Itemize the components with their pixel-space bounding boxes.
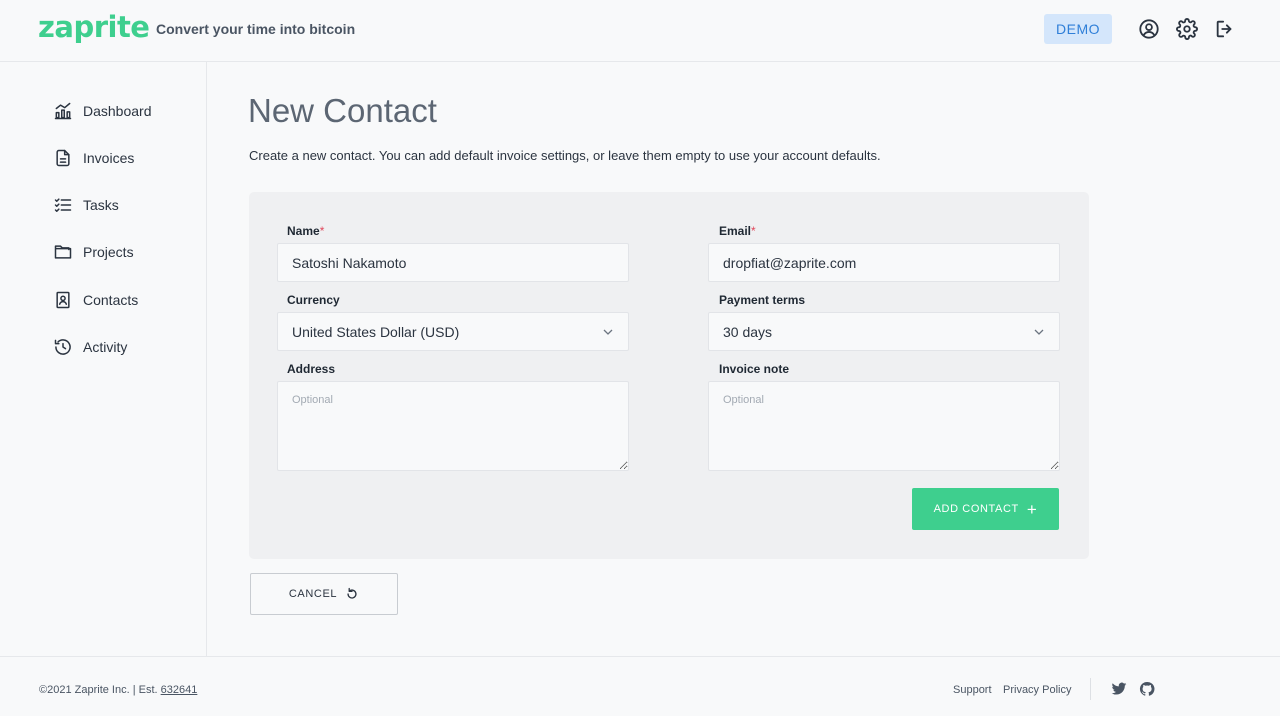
contacts-icon xyxy=(52,289,74,311)
history-icon xyxy=(52,336,74,358)
sidebar-item-label: Activity xyxy=(83,339,128,355)
top-header: zaprite Convert your time into bitcoin D… xyxy=(0,0,1280,62)
page-description: Create a new contact. You can add defaul… xyxy=(249,148,881,163)
privacy-policy-link[interactable]: Privacy Policy xyxy=(1003,684,1071,696)
est-block-link[interactable]: 632641 xyxy=(161,684,198,696)
add-contact-button[interactable]: ADD CONTACT + xyxy=(912,488,1059,530)
logout-icon[interactable] xyxy=(1214,18,1236,40)
plus-icon: + xyxy=(1026,499,1038,519)
sidebar-item-dashboard[interactable]: Dashboard xyxy=(52,99,152,123)
demo-button[interactable]: DEMO xyxy=(1044,14,1112,44)
page-title: New Contact xyxy=(248,92,437,129)
cancel-label: CANCEL xyxy=(288,588,338,600)
invoice-icon xyxy=(52,147,74,169)
github-icon[interactable] xyxy=(1139,681,1155,697)
sidebar-item-invoices[interactable]: Invoices xyxy=(52,146,134,170)
cancel-button[interactable]: CANCEL xyxy=(250,573,398,615)
sidebar-item-label: Dashboard xyxy=(83,103,152,119)
email-label: Email* xyxy=(719,224,756,238)
sidebar-item-contacts[interactable]: Contacts xyxy=(52,288,138,312)
sidebar-item-activity[interactable]: Activity xyxy=(52,335,127,359)
sidebar-item-label: Contacts xyxy=(83,292,139,308)
zaprite-logo[interactable]: zaprite xyxy=(38,10,150,44)
tasks-icon xyxy=(52,194,74,216)
sidebar-item-tasks[interactable]: Tasks xyxy=(52,193,119,217)
currency-label: Currency xyxy=(287,293,340,307)
twitter-icon[interactable] xyxy=(1111,681,1127,697)
email-input[interactable] xyxy=(708,243,1060,282)
payment-terms-value: 30 days xyxy=(723,323,773,340)
chevron-down-icon xyxy=(603,329,613,335)
name-input[interactable] xyxy=(277,243,629,282)
copyright: ©2021 Zaprite Inc. | Est. 632641 xyxy=(39,684,197,696)
chevron-down-icon xyxy=(1034,329,1044,335)
footer-divider xyxy=(1090,678,1091,700)
undo-icon xyxy=(347,587,357,599)
payment-terms-select[interactable]: 30 days xyxy=(708,312,1060,351)
payment-terms-label: Payment terms xyxy=(719,293,806,307)
address-textarea[interactable] xyxy=(277,381,629,471)
address-label: Address xyxy=(287,362,336,376)
email-label-text: Email xyxy=(719,224,752,238)
footer: ©2021 Zaprite Inc. | Est. 632641 Support… xyxy=(0,656,1280,716)
support-link[interactable]: Support xyxy=(953,684,992,696)
required-marker: * xyxy=(319,224,325,238)
currency-select[interactable]: United States Dollar (USD) xyxy=(277,312,629,351)
add-contact-label: ADD CONTACT xyxy=(933,503,1019,515)
sidebar: Dashboard Invoices Tasks Projects Contac… xyxy=(0,62,207,656)
name-label-text: Name xyxy=(287,224,320,238)
folder-icon xyxy=(52,241,74,263)
gear-icon[interactable] xyxy=(1176,18,1198,40)
sidebar-item-label: Tasks xyxy=(83,197,119,213)
currency-value: United States Dollar (USD) xyxy=(292,323,460,340)
name-label: Name* xyxy=(287,224,324,238)
dashboard-icon xyxy=(52,100,74,122)
required-marker: * xyxy=(751,224,756,238)
copyright-text: ©2021 Zaprite Inc. | Est. xyxy=(39,684,161,696)
sidebar-item-label: Projects xyxy=(83,244,134,260)
invoice-note-textarea[interactable] xyxy=(708,381,1060,471)
tagline: Convert your time into bitcoin xyxy=(156,21,356,37)
invoice-note-label: Invoice note xyxy=(719,362,790,376)
user-circle-icon[interactable] xyxy=(1138,18,1160,40)
sidebar-item-projects[interactable]: Projects xyxy=(52,240,134,264)
sidebar-item-label: Invoices xyxy=(83,150,135,166)
